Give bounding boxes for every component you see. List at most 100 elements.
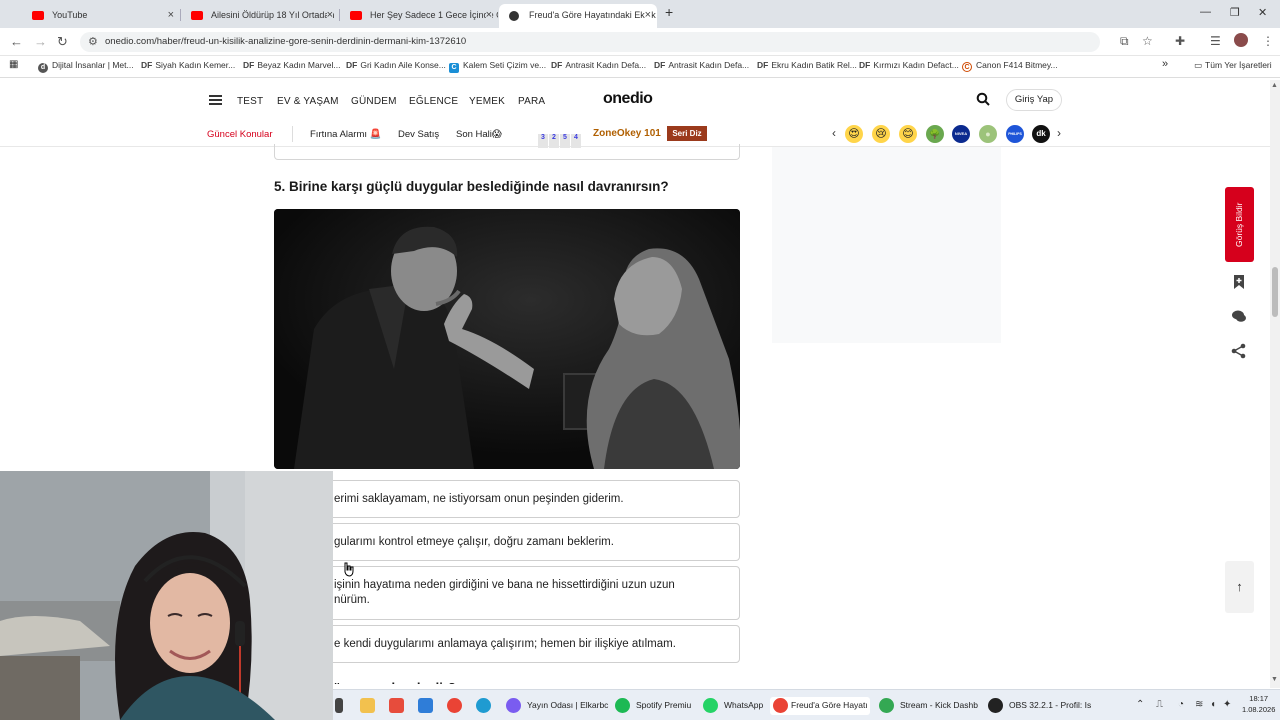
hamburger-menu-icon[interactable] — [209, 95, 222, 105]
bookmark-item[interactable]: DF Ekru Kadın Batik Rel... — [757, 60, 857, 70]
comments-icon[interactable] — [1230, 307, 1248, 325]
tree-logo-icon[interactable]: 🌳 — [926, 125, 944, 143]
bookmark-item[interactable]: DF Kırmızı Kadın Defact... — [859, 60, 959, 70]
nav-ev-yasam[interactable]: EV & YAŞAM — [277, 96, 339, 107]
bookmark-item[interactable]: DF Antrasit Kadın Defa... — [551, 60, 646, 70]
divider — [292, 126, 293, 142]
taskbar-clock[interactable]: 18:17 1.08.2026 — [1242, 693, 1275, 715]
file-explorer-icon[interactable] — [360, 698, 375, 713]
site-info-icon[interactable]: ⚙ — [88, 35, 98, 48]
bookmark-item[interactable]: DF Siyah Kadın Kemer... — [141, 60, 235, 70]
youtube-icon — [32, 11, 44, 20]
smile-emoji-icon[interactable]: 😊 — [899, 125, 917, 143]
chevron-left-icon[interactable]: ‹ — [832, 126, 836, 140]
bookmark-icon[interactable] — [1230, 273, 1248, 291]
install-app-icon[interactable]: ⧉ — [1120, 34, 1129, 49]
answer-option-1[interactable]: erimi saklayamam, ne istiyorsam onun peş… — [274, 480, 740, 518]
bookmark-item[interactable]: DF Beyaz Kadın Marvel... — [243, 60, 341, 70]
restore-icon[interactable]: ❐ — [1230, 6, 1240, 19]
outlook-icon[interactable] — [418, 698, 433, 713]
back-icon[interactable]: ← — [10, 34, 23, 49]
nav-test[interactable]: TEST — [237, 96, 263, 107]
nivea-logo-icon[interactable]: NIVEA — [952, 125, 970, 143]
tab-her-sey[interactable]: Her Şey Sadece 1 Gece İçinde O × — [340, 4, 498, 28]
topic-firtina-alarmi[interactable]: Fırtına Alarmı 🚨 — [310, 129, 381, 140]
extensions-icon[interactable]: ✚ — [1175, 34, 1185, 48]
bookmark-item[interactable]: DF Gri Kadın Aile Konse... — [346, 60, 446, 70]
page-scrollbar[interactable]: ▲ ▼ — [1270, 80, 1280, 688]
all-bookmarks-folder[interactable]: ▭ Tüm Yer İşaretleri — [1194, 60, 1272, 71]
chrome-icon[interactable] — [447, 698, 462, 713]
apps-icon[interactable]: ▦ — [9, 59, 18, 70]
topic-dev-satis[interactable]: Dev Satış — [398, 129, 439, 140]
onedio-logo[interactable]: onedio — [603, 90, 653, 108]
profile-avatar[interactable] — [1234, 33, 1248, 47]
folder-icon: ▭ — [1194, 60, 1203, 70]
chrome-icon — [773, 698, 788, 713]
nav-yemek[interactable]: YEMEK — [469, 96, 505, 107]
scroll-down-arrow-icon[interactable]: ▼ — [1271, 676, 1278, 683]
taskbar-app-obs[interactable]: OBS 32.2.1 - Profil: Is — [988, 697, 1091, 715]
bookmark-item[interactable]: C Kalem Seti Çizim ve... — [449, 60, 546, 73]
nav-para[interactable]: PARA — [518, 96, 545, 107]
streamer-camera-image — [0, 471, 333, 720]
usb-icon[interactable]: ⎍ — [1156, 699, 1163, 710]
feedback-button[interactable]: Görüş Bildir — [1225, 187, 1254, 262]
tab-youtube[interactable]: YouTube × — [22, 4, 180, 28]
taskbar-app-kick[interactable]: Stream - Kick Dashb — [879, 697, 978, 715]
bookmark-item[interactable]: C Canon F414 Bitmey... — [962, 60, 1058, 72]
reload-icon[interactable]: ↻ — [57, 34, 68, 50]
notifications-icon[interactable]: ✦ — [1223, 699, 1231, 710]
forward-icon[interactable]: → — [34, 34, 47, 49]
tray-overflow-icon[interactable]: ⌃ — [1136, 699, 1144, 710]
close-tab-icon[interactable]: × — [326, 9, 333, 21]
taskbar-app-yayin-odasi[interactable]: Yayın Odası | Elkarbc — [506, 697, 608, 715]
share-icon[interactable] — [1230, 342, 1248, 360]
scroll-up-arrow-icon[interactable]: ▲ — [1271, 82, 1278, 89]
close-tab-icon[interactable]: × — [644, 9, 651, 21]
answer-option-4[interactable]: e kendi duygularımı anlamaya çalışırım; … — [274, 625, 740, 663]
seri-diz-badge[interactable]: Seri Diz — [667, 126, 707, 141]
edge-icon[interactable] — [476, 698, 491, 713]
scroll-to-top-button[interactable]: ↑ — [1225, 561, 1254, 613]
answer-option-2[interactable]: gularımı kontrol etmeye çalışır, doğru z… — [274, 523, 740, 561]
crying-emoji-icon[interactable]: 😢 — [872, 125, 890, 143]
close-tab-icon[interactable]: × — [485, 9, 492, 21]
spotify-icon — [615, 698, 630, 713]
search-icon[interactable] — [976, 92, 990, 106]
bookmark-item[interactable]: d Dijital İnsanlar | Met... — [38, 60, 134, 73]
scrollbar-thumb[interactable] — [1272, 267, 1278, 317]
close-tab-icon[interactable]: × — [168, 9, 174, 21]
url-field[interactable]: ⚙ onedio.com/haber/freud-un-kisilik-anal… — [80, 32, 1100, 52]
topic-son-hali[interactable]: Son Hali😱 — [456, 129, 502, 140]
login-button[interactable]: Giriş Yap — [1006, 89, 1062, 111]
task-view-icon[interactable] — [335, 698, 343, 713]
pdf-app-icon[interactable] — [389, 698, 404, 713]
minimize-icon[interactable]: — — [1200, 6, 1211, 18]
nav-eglence[interactable]: EĞLENCE — [409, 96, 458, 107]
taskbar-app-spotify[interactable]: Spotify Premiu — [615, 697, 691, 715]
taskbar-app-whatsapp[interactable]: WhatsApp — [703, 697, 763, 715]
dk-logo-icon[interactable]: dk — [1032, 125, 1050, 143]
volume-icon[interactable]: ◖ — [1210, 699, 1216, 710]
taskbar-app-chrome-freud[interactable]: Freud'a Göre Hayatı — [770, 697, 870, 715]
wifi-icon[interactable]: ≋ — [1195, 699, 1203, 710]
bookmarks-overflow-icon[interactable]: » — [1162, 58, 1168, 70]
previous-answer-option[interactable] — [274, 144, 740, 160]
tab-freud[interactable]: Freud'a Göre Hayatındaki Eksik × — [499, 4, 657, 28]
defacto-icon: DF — [243, 60, 255, 70]
chevron-right-icon[interactable]: › — [1057, 126, 1061, 140]
heart-eyes-emoji-icon[interactable]: 😍 — [845, 125, 863, 143]
nav-gundem[interactable]: GÜNDEM — [351, 96, 397, 107]
network-icon[interactable]: ◔ — [1178, 699, 1184, 710]
green-brand-logo-icon[interactable]: ● — [979, 125, 997, 143]
browser-menu-icon[interactable]: ⋮ — [1262, 34, 1274, 48]
bookmark-star-icon[interactable]: ☆ — [1142, 34, 1153, 48]
bookmark-item[interactable]: DF Antrasit Kadın Defa... — [654, 60, 749, 70]
reading-list-icon[interactable]: ☰ — [1210, 34, 1221, 48]
new-tab-icon[interactable]: + — [665, 4, 673, 20]
tab-ailesini[interactable]: Ailesini Öldürüp 18 Yıl Ortadan × — [181, 4, 339, 28]
zoneokey-link[interactable]: ZoneOkey 101 — [593, 128, 661, 139]
close-window-icon[interactable]: ✕ — [1258, 6, 1267, 19]
philips-logo-icon[interactable]: PHILIPS — [1006, 125, 1024, 143]
